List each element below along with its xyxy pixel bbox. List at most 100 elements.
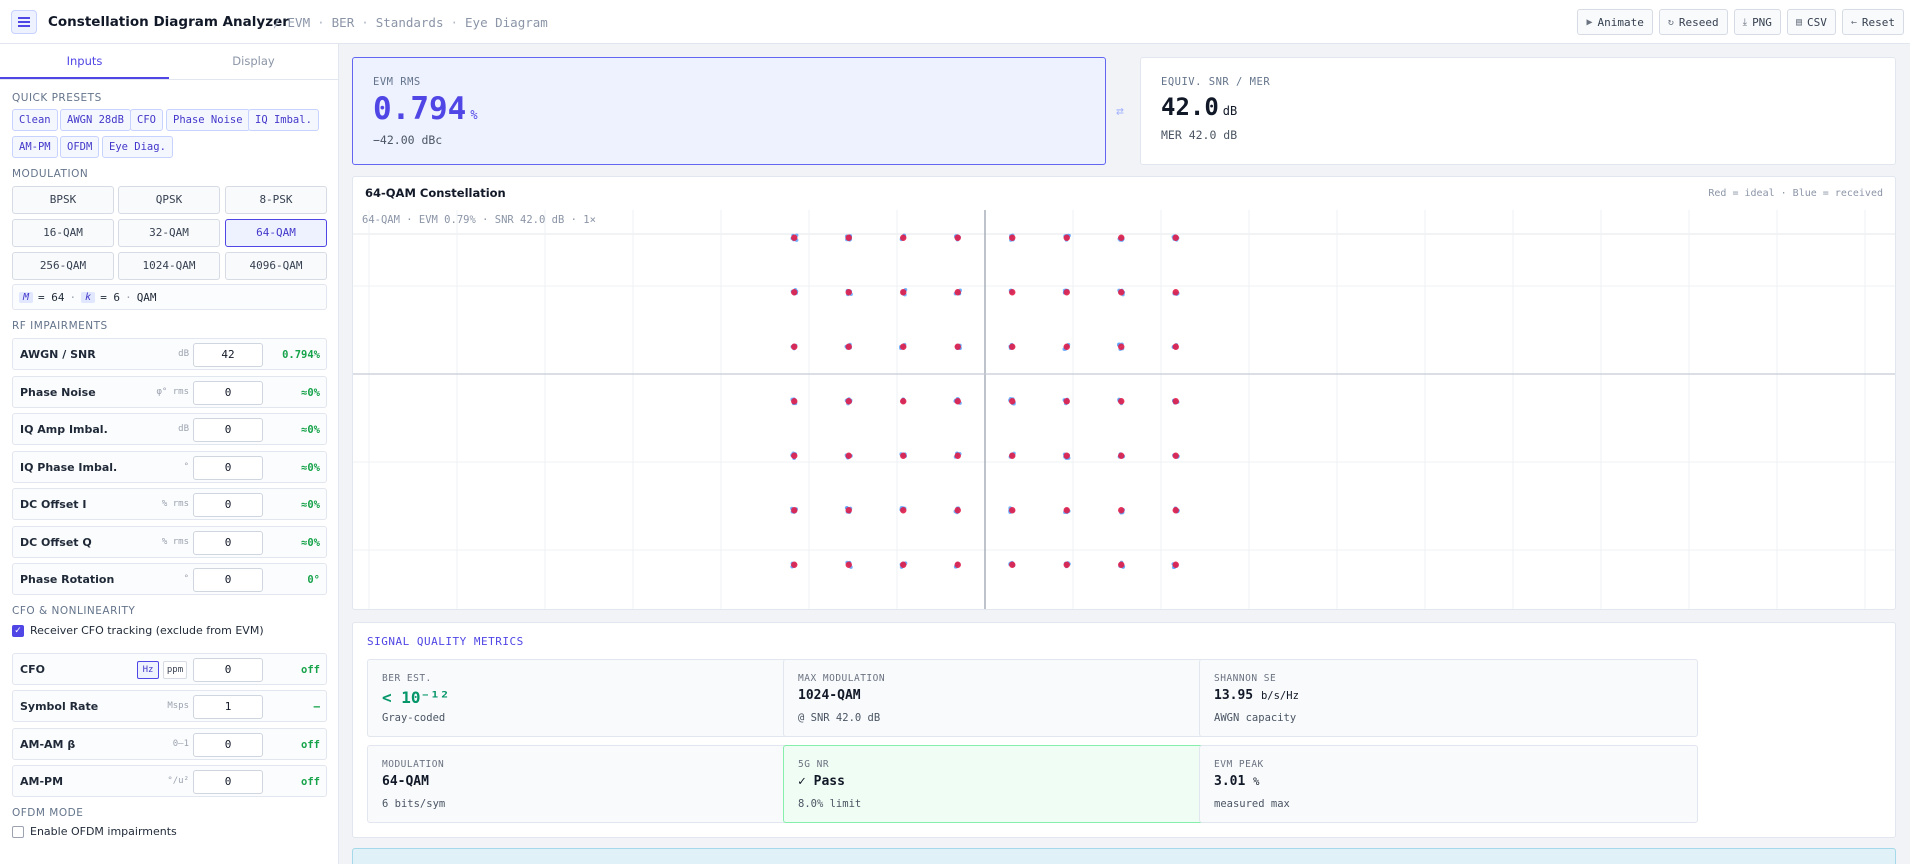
ideal-point [791,452,798,459]
am-pm-row: AM-PM °/u² 0 off [12,765,327,797]
unit-ppm-button[interactable]: ppm [163,661,187,679]
ideal-point [791,289,798,296]
iq-amp-imbal-row: IQ Amp Imbal. dB 0 ≈0% [12,413,327,445]
csv-export-button[interactable]: ▤ CSV [1786,9,1836,35]
ofdm-checkbox[interactable]: Enable OFDM impairments [12,825,177,838]
ideal-point [1063,234,1070,241]
file-icon: ▤ [1795,16,1802,28]
ideal-point [791,398,798,405]
ideal-point [1172,234,1179,241]
phase-rotation-row: Phase Rotation ° 0 0° [12,563,327,595]
checkbox-checked-icon[interactable]: ✓ [12,624,24,637]
preset-eye-diag[interactable]: Eye Diag. [102,136,173,158]
ideal-point [1009,507,1016,514]
phase-noise-row: Phase Noise φ° rms 0 ≈0% [12,375,327,408]
ideal-point [900,398,907,405]
iq-phase-imbal-input[interactable]: 0 [193,455,263,480]
ideal-point [1118,343,1125,350]
ideal-point [1009,289,1016,296]
dc-offset-i-input[interactable]: 0 [193,493,263,517]
mod-family: QAM [136,290,157,304]
mod-16qam[interactable]: 16-QAM [12,219,114,247]
preset-cfo[interactable]: CFO [130,109,163,131]
awgn-snr-input[interactable]: 42 [193,343,263,367]
constellation-legend: Red = ideal · Blue = received [1708,188,1883,199]
crumb-eye-diagram[interactable]: Eye Diagram [465,15,548,30]
ideal-point [900,343,907,350]
mod-qpsk[interactable]: QPSK [118,186,220,214]
ideal-point [1063,452,1070,459]
phase-rotation-input[interactable]: 0 [193,568,263,592]
cfo-row: CFO Hz ppm 0 off [12,653,327,685]
mk-summary: M = 64 · k = 6 · QAM [12,284,327,310]
ideal-point [1063,289,1070,296]
symbol-rate-input[interactable]: 1 [193,695,263,719]
reset-button[interactable]: ← Reset [1841,9,1904,35]
cfo-input[interactable]: 0 [193,658,263,682]
hamburger-icon [18,21,30,23]
ideal-point [845,452,852,459]
evm-dbc: −42.00 dBc [373,133,443,147]
mod-256qam[interactable]: 256-QAM [12,252,114,280]
iq-phase-imbal-row: IQ Phase Imbal. ° 0 ≈0% [12,450,327,483]
ideal-point [845,507,852,514]
reseed-button[interactable]: ↻ Reseed [1658,9,1728,35]
crumb-evm[interactable]: EVM [288,15,311,30]
crumb-standards[interactable]: Standards [376,15,444,30]
ideal-point [1009,343,1016,350]
swap-icon: ⇄ [1116,104,1124,119]
ideal-point [1172,289,1179,296]
ideal-point [954,561,961,568]
ideal-point [954,289,961,296]
mod-32qam[interactable]: 32-QAM [118,219,220,247]
dc-offset-q-row: DC Offset Q % rms 0 ≈0% [12,525,327,558]
constellation-info: 64-QAM · EVM 0.79% · SNR 42.0 dB · 1× [362,214,596,226]
unit-hz-button[interactable]: Hz [137,661,159,679]
iq-phase-imbal-result: ≈0% [301,461,320,474]
cfo-tracking-checkbox[interactable]: ✓ Receiver CFO tracking (exclude from EV… [12,624,264,637]
crumb-ber[interactable]: BER [332,15,355,30]
preset-clean[interactable]: Clean [12,109,58,131]
dc-offset-q-input[interactable]: 0 [193,530,263,555]
m-symbol: M [19,291,34,303]
png-export-button[interactable]: ⤓ PNG [1733,9,1781,35]
preset-am-pm[interactable]: AM-PM [12,136,58,158]
ideal-point [900,507,907,514]
awgn-snr-result: 0.794% [282,349,320,361]
shannon-card: SHANNON SE 13.95 b/s/Hz AWGN capacity [1199,659,1698,737]
ideal-point [1118,398,1125,405]
mod-4096qam[interactable]: 4096-QAM [225,252,327,280]
modulation-heading: MODULATION [12,168,89,180]
sidebar-tabs: Inputs Display [0,44,338,80]
app-title: Constellation Diagram Analyzer [48,14,289,30]
preset-iq-imbal[interactable]: IQ Imbal. [248,109,319,131]
refresh-icon: ↻ [1667,16,1674,28]
ideal-point [900,561,907,568]
tab-inputs[interactable]: Inputs [0,44,169,79]
ideal-point [845,398,852,405]
ideal-point [791,507,798,514]
constellation-plot[interactable] [353,210,1896,610]
mod-8psk[interactable]: 8-PSK [225,186,327,214]
mod-1024qam[interactable]: 1024-QAM [118,252,220,280]
menu-button[interactable] [11,10,37,34]
mod-bpsk[interactable]: BPSK [12,186,114,214]
tab-display[interactable]: Display [169,44,338,79]
preset-phase-noise[interactable]: Phase Noise [166,109,250,131]
ideal-point [1009,452,1016,459]
iq-amp-imbal-input[interactable]: 0 [193,418,263,442]
presets-heading: QUICK PRESETS [12,92,102,104]
cfo-heading: CFO & NONLINEARITY [12,605,136,617]
ideal-point [900,234,907,241]
iq-amp-imbal-result: ≈0% [301,424,320,436]
phase-noise-input[interactable]: 0 [193,380,263,405]
mod-64qam[interactable]: 64-QAM [225,219,327,247]
ideal-point [1009,398,1016,405]
am-am-input[interactable]: 0 [193,732,263,757]
checkbox-unchecked-icon[interactable] [12,825,24,838]
ideal-point [954,343,961,350]
am-pm-input[interactable]: 0 [193,770,263,794]
preset-ofdm[interactable]: OFDM [60,136,100,158]
preset-awgn[interactable]: AWGN 28dB [60,109,131,131]
animate-button[interactable]: ▶ Animate [1577,9,1653,35]
